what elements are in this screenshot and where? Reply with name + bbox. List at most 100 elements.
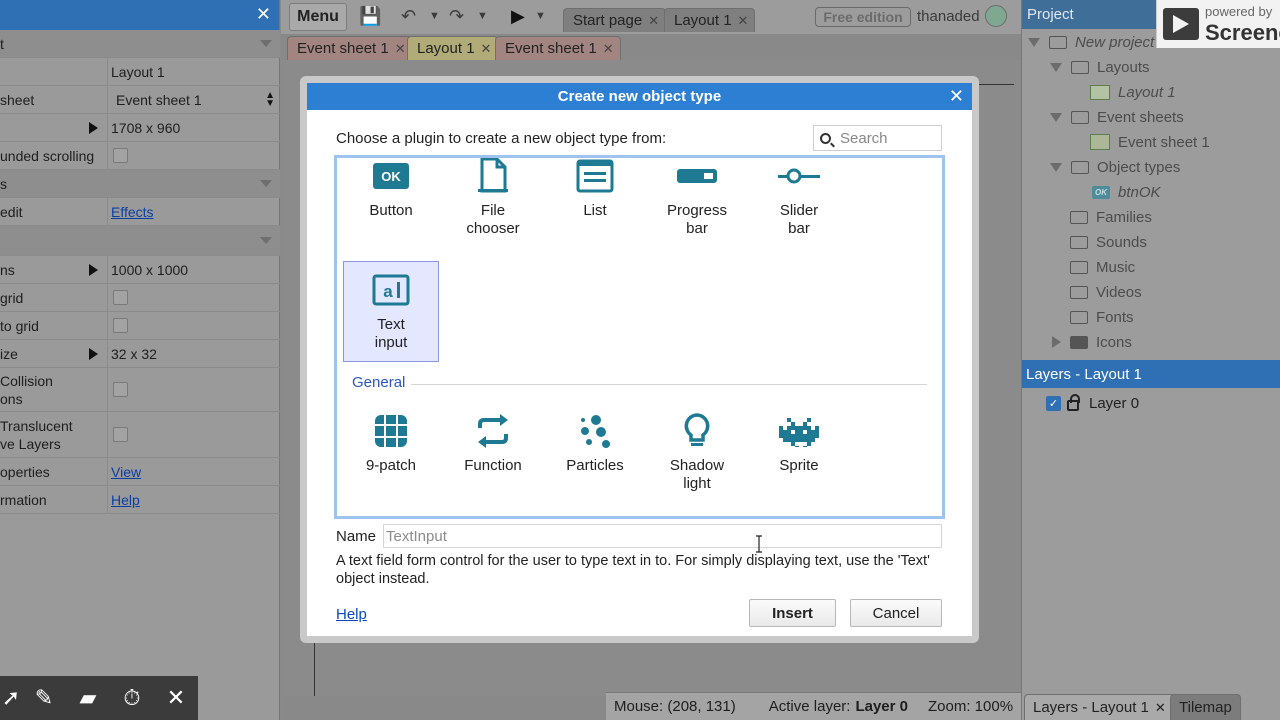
plugin-particles[interactable]: Particles (547, 413, 643, 475)
expand-icon[interactable] (89, 263, 98, 276)
tree-item-event-sheet-1[interactable]: Event sheet 1 (1090, 131, 1210, 153)
avatar[interactable] (985, 5, 1007, 27)
view-link[interactable]: View (111, 464, 141, 480)
expand-icon[interactable] (89, 347, 98, 360)
checkbox[interactable] (113, 318, 128, 333)
close-icon[interactable]: ✕ (949, 86, 964, 107)
checkbox[interactable] (113, 148, 128, 163)
arrow-icon[interactable]: ➚ (0, 676, 22, 720)
chevron-down-icon[interactable] (260, 180, 272, 187)
checkbox[interactable] (113, 290, 128, 305)
chevron-down-icon[interactable] (1050, 162, 1062, 172)
tab-layout-1[interactable]: Layout 1 ✕ (664, 8, 756, 32)
chevron-right-icon[interactable] (1052, 336, 1061, 348)
help-link[interactable]: Help (336, 606, 367, 623)
event-sheet-select[interactable]: Event sheet 1 ▲ ▼ (107, 86, 280, 113)
close-icon[interactable]: ✕ (738, 13, 749, 29)
tree-item-videos[interactable]: Videos (1070, 281, 1142, 303)
plugin-list[interactable]: List (547, 158, 643, 220)
property-value[interactable]: 1708 x 960 (107, 114, 280, 141)
expand-icon[interactable] (89, 121, 98, 134)
property-value[interactable]: 1000 x 1000 (107, 256, 280, 283)
tab-event-sheet-1b[interactable]: Event sheet 1 ✕ (495, 36, 621, 60)
property-section[interactable]: t (0, 30, 280, 58)
effects-link[interactable]: Effects (111, 204, 154, 220)
plugin-shadow-light[interactable]: Shadow light (649, 413, 745, 493)
property-row-unbounded: unded scrolling (0, 142, 280, 170)
tree-item-layouts[interactable]: Layouts (1050, 56, 1150, 78)
search-input[interactable]: Search (813, 125, 942, 151)
menu-button[interactable]: Menu (289, 3, 347, 31)
insert-button[interactable]: Insert (749, 599, 836, 627)
close-icon[interactable]: ✕ (395, 41, 406, 57)
close-icon[interactable]: ✕ (603, 41, 614, 57)
close-icon[interactable]: ✕ (648, 13, 659, 29)
nine-patch-icon (343, 413, 439, 449)
property-row-collision: Collision ons (0, 368, 280, 412)
stopwatch-icon[interactable]: ⏱ (110, 676, 154, 720)
tree-item-fonts[interactable]: Fonts (1070, 306, 1134, 328)
eraser-icon[interactable]: ▰ (66, 676, 110, 720)
undo-icon[interactable]: ↶ (401, 6, 416, 27)
property-section[interactable] (0, 226, 280, 256)
visible-checkbox[interactable]: ✓ (1046, 395, 1061, 411)
name-input[interactable]: TextInput (383, 524, 942, 548)
chevron-down-icon[interactable] (1028, 37, 1040, 47)
close-icon[interactable]: ✕ (154, 676, 198, 720)
tree-item-object-types[interactable]: Object types (1050, 156, 1180, 178)
chevron-down-icon[interactable] (260, 40, 272, 47)
chevron-down-icon[interactable] (1050, 62, 1062, 72)
tab-layout-1-active[interactable]: Layout 1 ✕ (407, 36, 499, 60)
lock-icon[interactable] (1067, 393, 1080, 411)
property-row-margins: ns 1000 x 1000 (0, 256, 280, 284)
tab-event-sheet-1[interactable]: Event sheet 1 ✕ (287, 36, 413, 60)
tab-start-page[interactable]: Start page ✕ (563, 8, 667, 32)
plugin-button[interactable]: OK Button (343, 158, 439, 220)
tree-item-event-sheets[interactable]: Event sheets (1050, 106, 1184, 128)
property-row-properties: operties View (0, 458, 280, 486)
chevron-down-icon[interactable] (260, 237, 272, 244)
property-value[interactable]: Layout 1 (107, 58, 280, 85)
cancel-button[interactable]: Cancel (850, 599, 942, 627)
tree-item-icons[interactable]: Icons (1052, 331, 1132, 353)
help-link[interactable]: Help (111, 492, 140, 508)
plugin-progress-bar[interactable]: Progress bar (649, 158, 745, 238)
play-icon[interactable]: ▶ (511, 6, 525, 27)
close-icon[interactable]: ✕ (481, 41, 492, 57)
plugin-grid[interactable]: OK Button File chooser List Progress bar… (334, 155, 945, 519)
plugin-sprite[interactable]: Sprite (751, 413, 847, 475)
property-value[interactable]: 32 x 32 (107, 340, 280, 367)
property-label: grid (0, 289, 24, 306)
property-row-event-sheet: sheet Event sheet 1 ▲ ▼ (0, 86, 280, 114)
close-icon[interactable]: ✕ (1155, 700, 1166, 716)
plugin-file-chooser[interactable]: File chooser (445, 158, 541, 238)
plugin-description: A text field form control for the user t… (336, 553, 930, 587)
chevron-down-icon[interactable]: ▼ (477, 10, 488, 22)
plugin-function[interactable]: Function (445, 413, 541, 475)
property-row-information: rmation Help (0, 486, 280, 514)
redo-icon[interactable]: ↷ (449, 6, 464, 27)
save-icon[interactable]: 💾 (359, 6, 381, 27)
tree-item-layout-1[interactable]: Layout 1 (1090, 81, 1176, 103)
property-section[interactable]: s (0, 170, 280, 198)
username[interactable]: thanaded (917, 8, 980, 25)
tab-layers[interactable]: Layers - Layout 1 ✕ (1024, 694, 1175, 720)
tree-item-project[interactable]: New project (1028, 31, 1154, 53)
tree-item-families[interactable]: Families (1070, 206, 1152, 228)
tree-item-btnok[interactable]: OK btnOK (1092, 181, 1161, 203)
tab-tilemap[interactable]: Tilemap (1170, 694, 1241, 720)
tree-item-music[interactable]: Music (1070, 256, 1135, 278)
checkbox[interactable] (113, 427, 128, 442)
plugin-9-patch[interactable]: 9-patch (343, 413, 439, 475)
checkbox[interactable] (113, 382, 128, 397)
plugin-slider-bar[interactable]: Slider bar (751, 158, 847, 238)
layer-row[interactable]: ✓ Layer 0 (1046, 392, 1139, 414)
chevron-down-icon[interactable]: ▼ (535, 10, 546, 22)
property-row-name: Layout 1 (0, 58, 280, 86)
chevron-down-icon[interactable]: ▼ (429, 10, 440, 22)
chevron-down-icon[interactable] (1050, 112, 1062, 122)
plugin-text-input[interactable]: a Text input (343, 261, 439, 362)
pencil-icon[interactable]: ✎ (22, 676, 66, 720)
close-icon[interactable]: ✕ (256, 4, 271, 25)
tree-item-sounds[interactable]: Sounds (1070, 231, 1147, 253)
